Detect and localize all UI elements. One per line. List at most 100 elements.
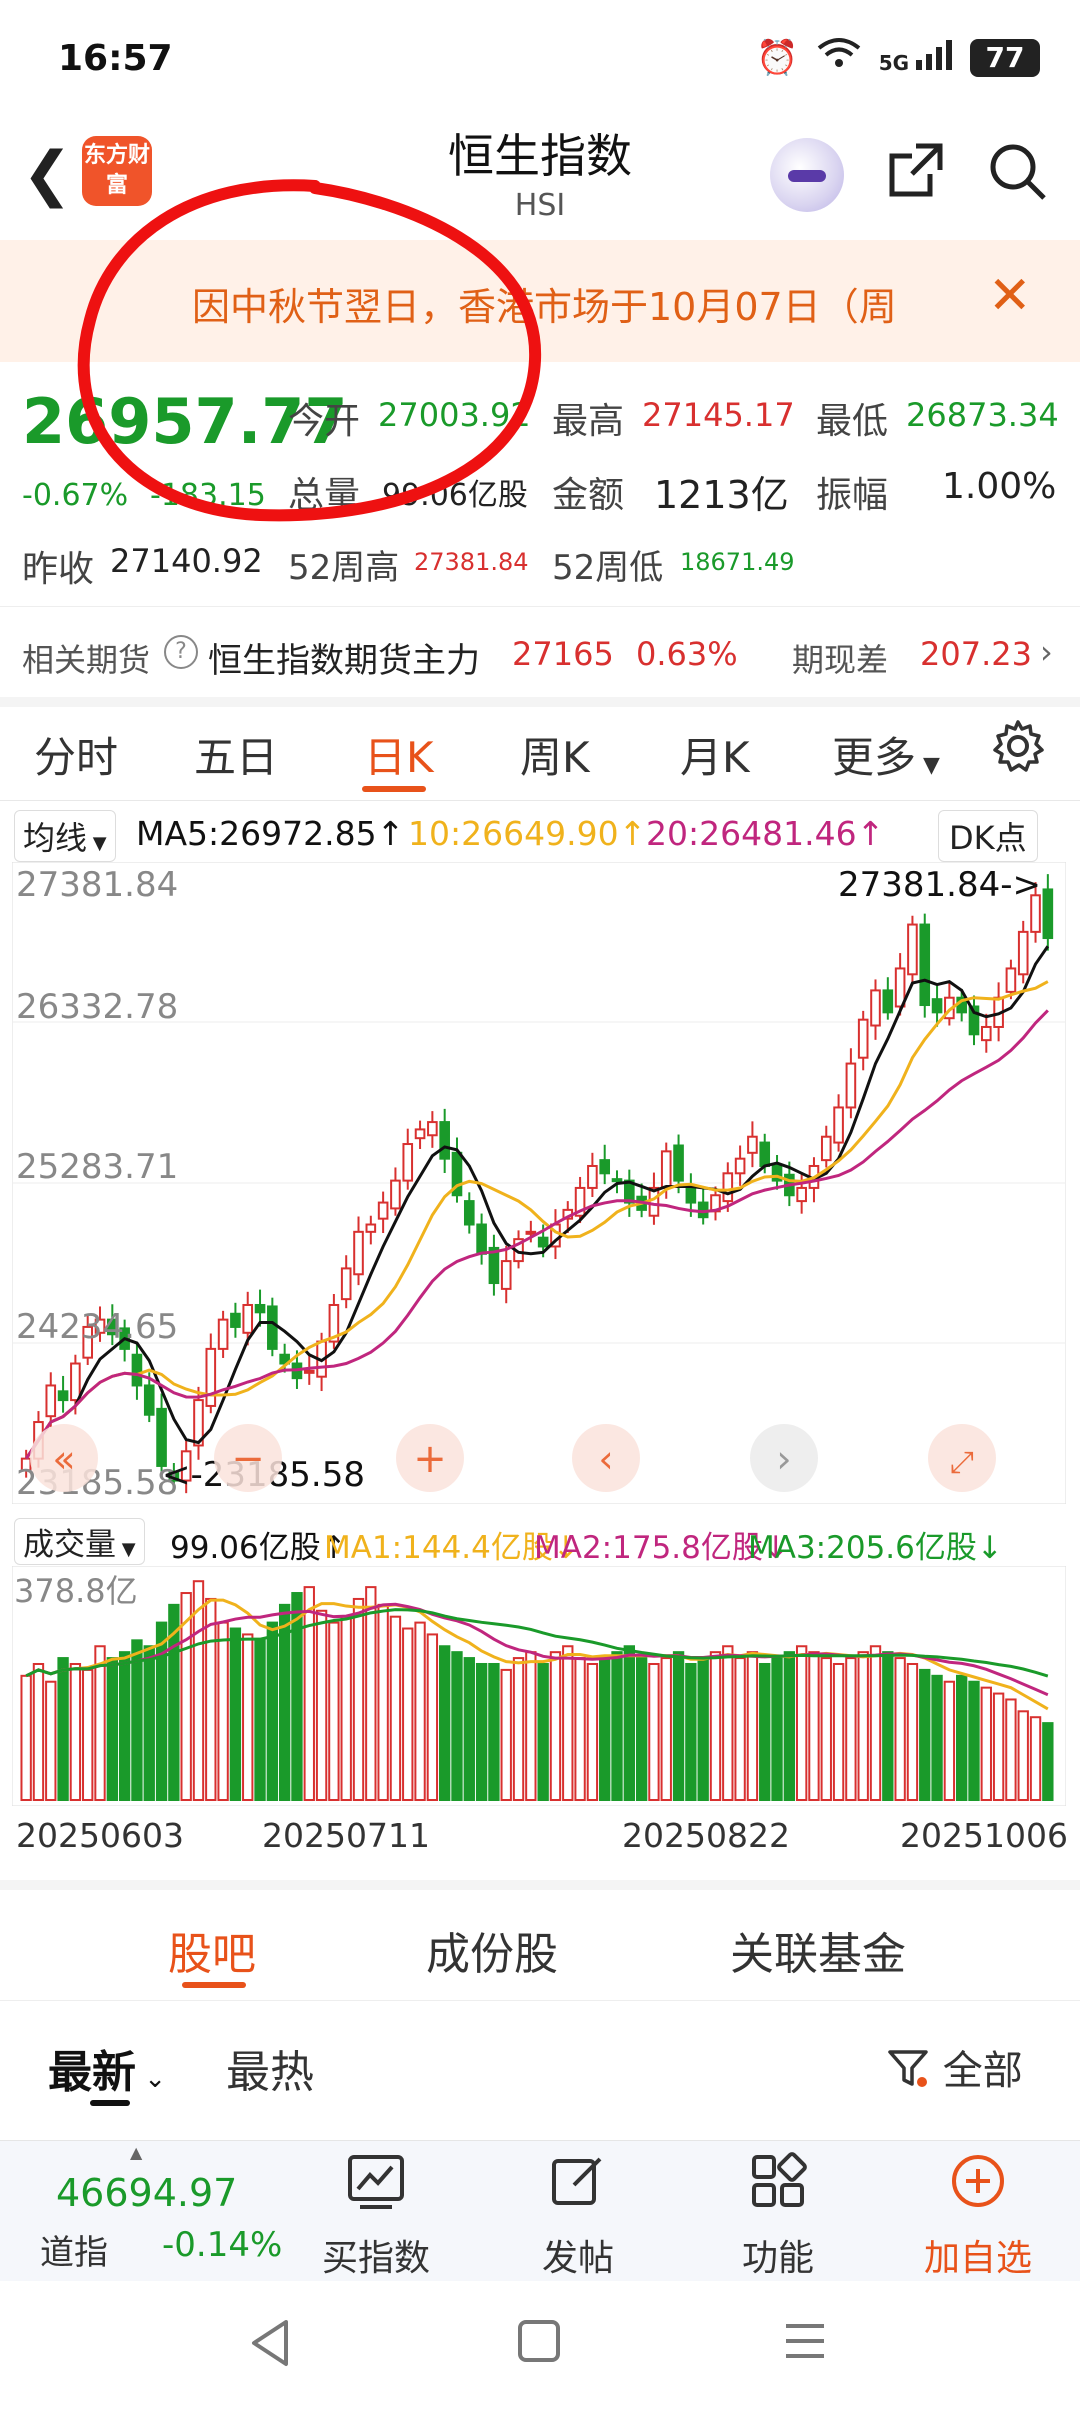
candle xyxy=(537,1236,549,1248)
chevron-right-icon: › xyxy=(1040,633,1053,671)
volume-bar xyxy=(315,1609,328,1801)
share-icon[interactable] xyxy=(886,140,946,212)
volume-bar xyxy=(672,1651,685,1801)
volume-selector[interactable]: 成交量 ▼ xyxy=(14,1518,145,1565)
features-button[interactable]: 功能 xyxy=(708,2151,848,2281)
volume-bar xyxy=(820,1657,832,1801)
dk-point-button[interactable]: DK点 xyxy=(938,810,1038,862)
volume-bar xyxy=(340,1615,352,1801)
nav-home-icon[interactable] xyxy=(516,2318,562,2376)
settings-gear-icon[interactable] xyxy=(990,718,1046,778)
candle xyxy=(931,998,943,1014)
volume-bar xyxy=(992,1692,1005,1801)
related-futures-row[interactable]: 相关期货 ? 恒生指数期货主力 27165 0.63% 期现差 207.23 › xyxy=(0,606,1080,707)
volume-bar xyxy=(118,1651,131,1801)
tab-daily-k[interactable]: 日K xyxy=(364,724,434,785)
y-tick-label: 25283.71 xyxy=(16,1147,178,1187)
add-circle-icon xyxy=(908,2151,1048,2229)
volume-bar xyxy=(832,1662,845,1802)
add-watchlist-label: 加自选 xyxy=(923,2238,1032,2279)
candle xyxy=(303,1369,315,1374)
volume-bar xyxy=(722,1645,734,1801)
volume-bar xyxy=(377,1603,389,1802)
volume-bar xyxy=(389,1615,402,1801)
volume-bar xyxy=(82,1668,94,1801)
candle xyxy=(500,1260,512,1290)
volume-bar xyxy=(402,1627,414,1801)
volume-bar xyxy=(882,1651,894,1801)
volume-bar xyxy=(1029,1716,1042,1801)
volume-bar xyxy=(291,1592,303,1801)
sort-hot[interactable]: 最热 xyxy=(226,2036,314,2100)
chart-period-tabs: 分时 五日 日K 周K 月K 更多 ▼ xyxy=(0,700,1080,801)
triangle-down-icon: ▼ xyxy=(116,1539,136,1560)
candle xyxy=(353,1230,364,1276)
volume-bar xyxy=(968,1680,980,1801)
candle xyxy=(217,1318,229,1350)
w52-low-label: 52周低 xyxy=(552,548,664,588)
nav-back-icon[interactable] xyxy=(248,2318,292,2380)
candlestick-chart[interactable]: 27381.84 26332.78 25283.71 24234.65 2318… xyxy=(12,862,1066,1504)
ai-assistant-icon[interactable] xyxy=(770,138,844,212)
close-icon[interactable]: ✕ xyxy=(988,266,1032,326)
volume-bar xyxy=(623,1645,635,1801)
candle xyxy=(685,1185,697,1204)
low-value: 26873.34 xyxy=(906,396,1059,434)
tab-constituents[interactable]: 成份股 xyxy=(426,1918,558,1982)
volume-bar xyxy=(697,1657,709,1801)
w52-high-label: 52周高 xyxy=(288,548,400,588)
tab-monthly-k[interactable]: 月K xyxy=(680,724,750,785)
volume-bar xyxy=(303,1586,315,1801)
tab-weekly-k[interactable]: 周K xyxy=(520,724,590,785)
wifi-icon xyxy=(817,36,861,79)
nav-menu-icon[interactable] xyxy=(782,2318,828,2376)
volume-bar xyxy=(709,1651,722,1801)
prev-close-value: 27140.92 xyxy=(110,542,263,580)
tab-intraday[interactable]: 分时 xyxy=(34,724,118,785)
open-value: 27003.92 xyxy=(378,396,531,434)
volume-bar xyxy=(1005,1698,1017,1801)
volume-bar xyxy=(919,1668,931,1801)
holiday-notice[interactable]: 因中秋节翌日，香港市场于10月07日（周 ✕ xyxy=(0,240,1080,362)
volume-chart[interactable]: 378.8亿 xyxy=(12,1566,1066,1806)
volume-bar xyxy=(254,1639,266,1801)
max-price-label: 27381.84-> xyxy=(838,865,1041,905)
tab-more-label: 更多 xyxy=(832,733,917,782)
candle xyxy=(747,1135,758,1154)
volume-bar xyxy=(845,1657,857,1801)
candle xyxy=(611,1178,623,1183)
ma-selector[interactable]: 均线 ▼ xyxy=(14,810,116,862)
grid-icon xyxy=(708,2151,848,2229)
notice-text: 因中秋节翌日，香港市场于10月07日（周 xyxy=(192,285,897,329)
tab-stock-forum[interactable]: 股吧 xyxy=(168,1918,256,1982)
amplitude-label: 振幅 xyxy=(816,475,889,516)
volume-bar xyxy=(106,1657,118,1801)
futures-name: 恒生指数期货主力 xyxy=(208,641,480,681)
triangle-down-icon: ▼ xyxy=(87,833,107,854)
candle xyxy=(907,923,918,976)
candle xyxy=(45,1384,57,1418)
candle xyxy=(57,1390,69,1402)
ticker-pct[interactable]: -0.14% xyxy=(162,2225,282,2265)
basis-value: 207.23 xyxy=(920,635,1032,673)
candle xyxy=(759,1141,771,1167)
sort-latest[interactable]: 最新 ⌄ xyxy=(48,2036,166,2100)
tab-related-funds[interactable]: 关联基金 xyxy=(730,1918,906,1982)
w52-low-value: 18671.49 xyxy=(680,548,795,576)
candle xyxy=(845,1062,857,1109)
ticker-name[interactable]: 道指 xyxy=(40,2225,108,2274)
volume-bar xyxy=(746,1651,759,1801)
volume-bar xyxy=(759,1662,771,1802)
tab-five-day[interactable]: 五日 xyxy=(194,724,278,785)
tab-more[interactable]: 更多 ▼ xyxy=(832,724,940,785)
buy-index-button[interactable]: 买指数 xyxy=(306,2151,446,2281)
add-watchlist-button[interactable]: 加自选 xyxy=(908,2151,1048,2281)
help-icon[interactable]: ? xyxy=(164,635,198,669)
candle xyxy=(463,1200,475,1226)
candle xyxy=(377,1201,389,1220)
filter-button[interactable]: 全部 xyxy=(886,2038,1023,2096)
ticker-value[interactable]: 46694.97 xyxy=(56,2171,237,2215)
volume-bar xyxy=(611,1651,623,1801)
post-button[interactable]: 发帖 xyxy=(508,2151,648,2281)
search-icon[interactable] xyxy=(986,140,1050,216)
